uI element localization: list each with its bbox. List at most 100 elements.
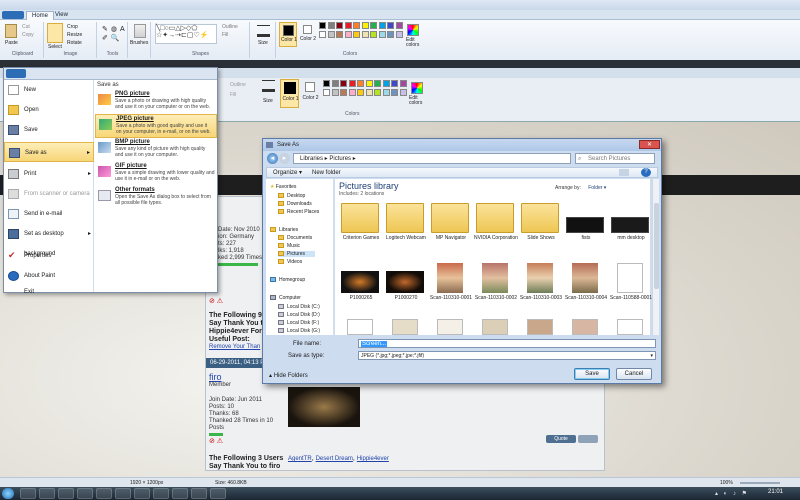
tab-view[interactable]: View: [50, 11, 73, 20]
color-swatch[interactable]: [331, 89, 339, 96]
nav-videos[interactable]: Videos: [278, 259, 302, 265]
size-icon[interactable]: [257, 25, 270, 37]
image-tile[interactable]: P1000265: [337, 263, 385, 309]
taskbar-app[interactable]: [96, 488, 112, 499]
color-swatch[interactable]: [344, 22, 352, 29]
color-swatch[interactable]: [399, 89, 407, 96]
quote-button[interactable]: Quote: [546, 435, 576, 443]
color-swatch[interactable]: [323, 80, 330, 87]
menu-item-about[interactable]: About Paint: [4, 266, 94, 286]
fill-button[interactable]: Fill: [222, 32, 228, 38]
menu-item-save-as[interactable]: Save as ▸: [4, 142, 94, 162]
image-thumbnail[interactable]: [482, 319, 508, 335]
color-swatch[interactable]: [353, 22, 360, 29]
color-swatch[interactable]: [327, 22, 335, 29]
nav-disk-g[interactable]: Local Disk (G:): [278, 328, 320, 334]
color-swatch[interactable]: [391, 80, 398, 87]
color-swatch[interactable]: [340, 80, 347, 87]
save-type-select[interactable]: JPEG (*.jpg;*.jpeg;*.jpe;*.jfif) ▾: [358, 351, 656, 360]
scrollbar-thumb[interactable]: [654, 203, 659, 289]
color-swatch[interactable]: [387, 31, 394, 38]
taskbar-app[interactable]: [115, 488, 131, 499]
select-button[interactable]: [47, 23, 63, 43]
search-input[interactable]: ⌕ Search Pictures: [575, 153, 655, 164]
file-name-input[interactable]: Screen...: [358, 339, 656, 348]
resize-button[interactable]: Resize: [67, 32, 82, 38]
color-swatch[interactable]: [399, 80, 407, 87]
color-palette-2[interactable]: [323, 80, 409, 100]
view-options-icon[interactable]: [619, 169, 629, 176]
color2-button-2[interactable]: Color 2: [301, 79, 320, 108]
taskbar-app[interactable]: [134, 488, 150, 499]
nav-recent[interactable]: Recent Places: [278, 209, 319, 215]
thanker-link[interactable]: Hippie4ever: [357, 456, 389, 462]
color-swatch[interactable]: [387, 22, 394, 29]
address-bar[interactable]: Libraries ▸ Pictures ▸: [293, 153, 571, 164]
color-swatch[interactable]: [361, 22, 369, 29]
color-swatch[interactable]: [336, 22, 343, 29]
nav-music[interactable]: Music: [278, 243, 300, 249]
forward-arrow-icon[interactable]: ▸: [279, 153, 290, 164]
nav-libraries[interactable]: Libraries: [270, 227, 298, 233]
color-swatch[interactable]: [331, 80, 339, 87]
dialog-close-button[interactable]: ✕: [639, 140, 660, 149]
save-as-jpeg[interactable]: JPEG picture Save a photo with good qual…: [95, 114, 217, 138]
save-as-png[interactable]: PNG picture Save a photo or drawing with…: [95, 90, 217, 114]
cancel-button[interactable]: Cancel: [616, 368, 652, 380]
image-thumbnail[interactable]: [572, 319, 598, 335]
size-label-2[interactable]: Size: [263, 98, 273, 104]
color-swatch[interactable]: [323, 89, 330, 96]
color-swatch[interactable]: [378, 31, 386, 38]
brushes-icon[interactable]: [134, 24, 146, 38]
color-swatch[interactable]: [327, 31, 335, 38]
color-swatch[interactable]: [319, 22, 326, 29]
nav-desktop[interactable]: Desktop: [278, 193, 305, 199]
nav-disk-f[interactable]: Local Disk (F:): [278, 320, 319, 326]
library-includes-link[interactable]: Includes: 2 locations: [339, 191, 384, 197]
nav-pictures[interactable]: Pictures: [278, 251, 316, 257]
arrange-by[interactable]: Arrange by: Folder ▾: [555, 185, 606, 191]
rotate-button[interactable]: Rotate: [67, 40, 82, 46]
start-button[interactable]: [2, 488, 14, 499]
edit-colors-icon[interactable]: [407, 24, 419, 36]
thanker-link[interactable]: Desert Dream: [316, 456, 353, 462]
color-swatch[interactable]: [382, 80, 390, 87]
color-swatch[interactable]: [374, 80, 381, 87]
image-thumbnail[interactable]: [527, 319, 553, 335]
taskbar-app[interactable]: [153, 488, 169, 499]
taskbar-app[interactable]: [20, 488, 36, 499]
color-swatch[interactable]: [382, 89, 390, 96]
menu-item-email[interactable]: Send in e-mail: [4, 204, 94, 224]
image-thumbnail[interactable]: [617, 319, 643, 335]
image-tile[interactable]: P1000270: [382, 263, 430, 309]
multi-quote-buttons[interactable]: [578, 435, 598, 443]
folder-tile[interactable]: NVIDIA Corporation: [472, 203, 520, 249]
color-swatch[interactable]: [378, 22, 386, 29]
color-swatch[interactable]: [370, 31, 377, 38]
remove-thanks-link[interactable]: Remove Your Than: [209, 344, 269, 350]
tray-icons[interactable]: ▴ ◐ ♪ ⚑: [715, 490, 763, 497]
tools-icons-row2[interactable]: ✐🔍: [102, 34, 123, 42]
file-menu-tab[interactable]: [6, 69, 26, 78]
image-thumbnail[interactable]: [392, 319, 418, 335]
color-swatch[interactable]: [395, 31, 403, 38]
color-swatch[interactable]: [391, 89, 398, 96]
edit-colors-button[interactable]: Edit colors: [406, 38, 424, 48]
menu-item-desktop-bg[interactable]: Set as desktop background ▸: [4, 224, 94, 257]
file-list-scrollbar[interactable]: [652, 179, 659, 335]
color-swatch[interactable]: [319, 31, 326, 38]
image-tile[interactable]: mm desktop: [607, 203, 655, 249]
color-swatch[interactable]: [365, 80, 373, 87]
tools-icons[interactable]: ✎◍A: [102, 25, 128, 33]
color-swatch[interactable]: [357, 80, 364, 87]
image-tile[interactable]: Scan-110588-0001: [607, 263, 655, 309]
report-icon[interactable]: ⊘ ⚠: [209, 297, 223, 305]
taskbar-app[interactable]: [191, 488, 207, 499]
fill-button-2[interactable]: Fill: [230, 92, 236, 98]
image-tile[interactable]: Scan-110310-0004: [562, 263, 610, 309]
folder-tile[interactable]: Slide Shows: [517, 203, 565, 249]
crop-button[interactable]: Crop: [67, 24, 78, 30]
folder-tile[interactable]: Logitech Webcam: [382, 203, 430, 249]
color-swatch[interactable]: [374, 89, 381, 96]
save-as-gif[interactable]: GIF picture Save a simple drawing with l…: [95, 162, 217, 186]
